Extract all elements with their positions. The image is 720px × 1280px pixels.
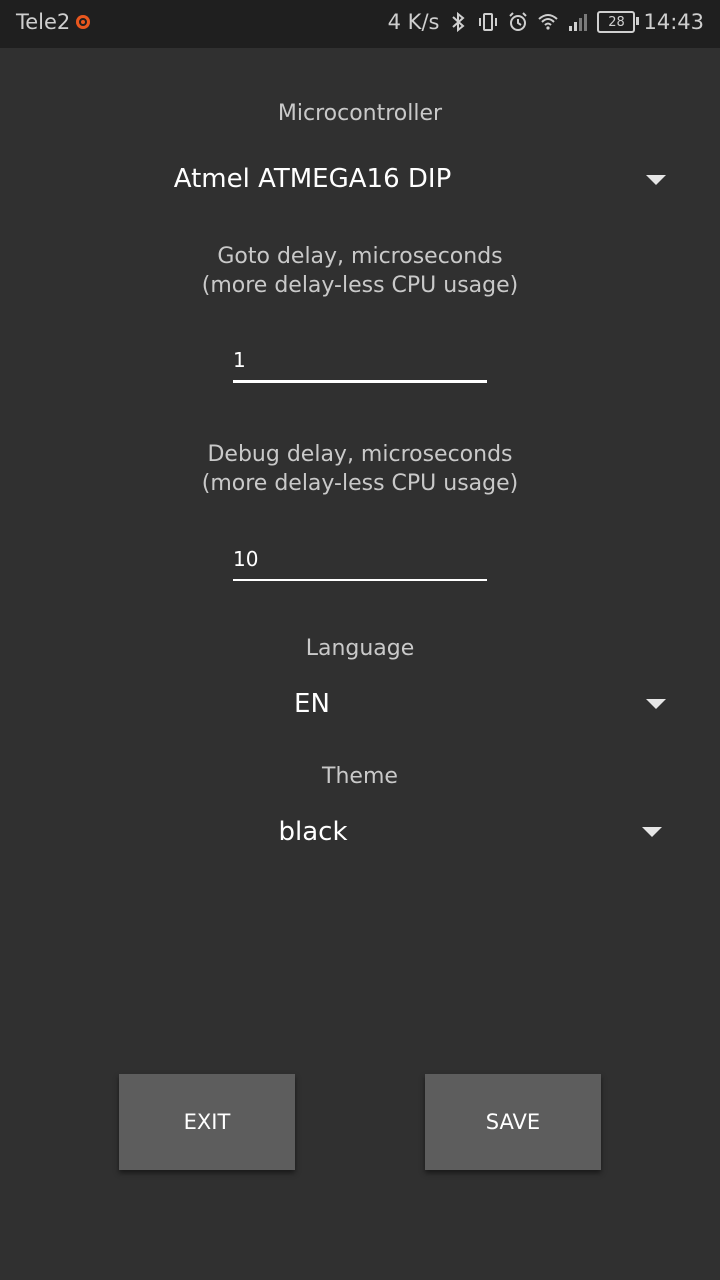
dropdown-arrow-icon	[646, 699, 666, 709]
notification-icon	[76, 15, 91, 29]
language-selected: EN	[294, 689, 330, 719]
goto-delay-input[interactable]	[233, 340, 487, 380]
debug-delay-label-line2: (more delay-less CPU usage)	[201, 471, 519, 496]
theme-selected: black	[278, 817, 348, 847]
microcontroller-dropdown[interactable]: Atmel ATMEGA16 DIP	[0, 155, 720, 205]
exit-button[interactable]: EXIT	[119, 1074, 295, 1170]
battery-icon: 28	[597, 11, 640, 33]
goto-delay-label-line1: Goto delay, microseconds	[217, 244, 503, 269]
language-label: Language	[305, 636, 415, 661]
save-button[interactable]: SAVE	[425, 1074, 601, 1170]
debug-delay-label: Debug delay, microseconds (more delay-le…	[0, 440, 720, 498]
dropdown-arrow-icon	[646, 175, 666, 185]
debug-delay-field[interactable]	[233, 539, 487, 589]
bluetooth-icon	[452, 11, 466, 33]
status-bar: Tele2 4 K/s 28 14:43	[0, 0, 720, 48]
goto-delay-underline	[233, 380, 487, 383]
status-bar-right: 4 K/s 28 14:43	[388, 10, 704, 34]
carrier-label: Tele2	[16, 10, 71, 34]
debug-delay-underline	[233, 579, 487, 581]
microcontroller-label: Microcontroller	[277, 101, 443, 126]
theme-dropdown[interactable]: black	[0, 808, 720, 858]
language-dropdown[interactable]: EN	[0, 680, 720, 730]
alarm-icon	[509, 12, 528, 31]
clock: 14:43	[643, 10, 704, 34]
theme-label: Theme	[322, 764, 398, 789]
dropdown-arrow-icon	[642, 827, 662, 837]
goto-delay-label-line2: (more delay-less CPU usage)	[201, 273, 519, 298]
wifi-icon	[538, 14, 559, 30]
debug-delay-label-line1: Debug delay, microseconds	[207, 442, 513, 467]
net-speed: 4 K/s	[387, 10, 440, 34]
status-bar-left: Tele2	[16, 10, 91, 34]
vibrate-icon	[479, 13, 498, 31]
signal-icon	[569, 14, 588, 31]
goto-delay-field[interactable]	[233, 340, 487, 390]
debug-delay-input[interactable]	[233, 539, 487, 579]
microcontroller-selected: Atmel ATMEGA16 DIP	[173, 164, 452, 194]
goto-delay-label: Goto delay, microseconds (more delay-les…	[0, 242, 720, 300]
